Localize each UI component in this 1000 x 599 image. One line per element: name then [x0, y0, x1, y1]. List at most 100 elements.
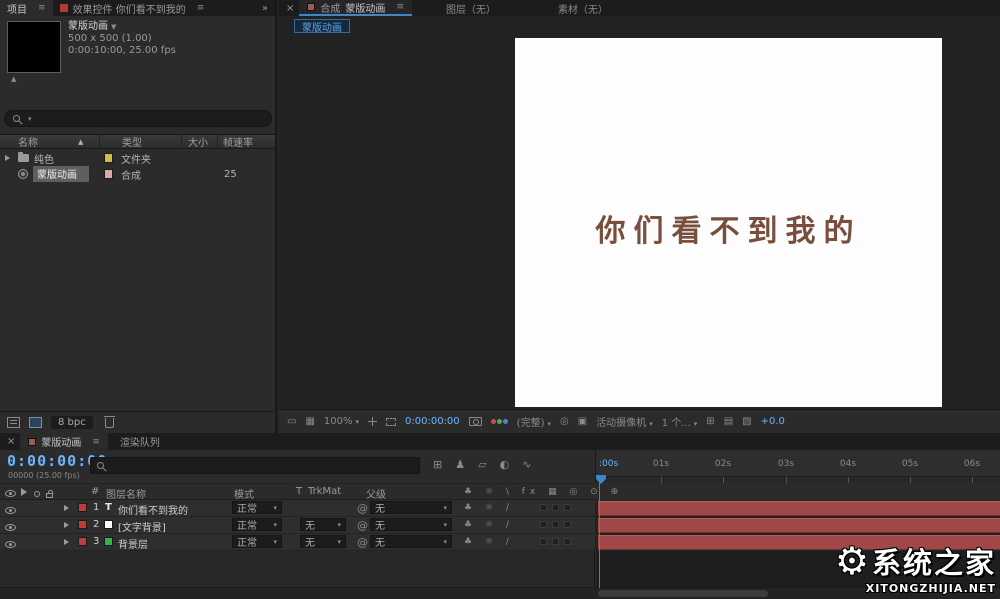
layer-duration-bar[interactable]	[598, 518, 1000, 533]
layer-row-1[interactable]: 1 T 你们看不到我的 正常 ▾ @ 无 ▾ ♣ ☼ /	[0, 500, 1000, 517]
layer-label-chip[interactable]	[78, 537, 87, 546]
column-name[interactable]: 名称 ▲	[0, 135, 100, 149]
close-icon[interactable]: ×	[0, 433, 20, 450]
parent-dropdown[interactable]: 无 ▾	[370, 501, 452, 515]
timeline-search-input[interactable]	[90, 457, 420, 474]
blend-mode-dropdown[interactable]: 正常 ▾	[232, 501, 282, 515]
tab-timeline-comp[interactable]: 蒙版动画 ≡	[20, 433, 108, 450]
create-folder-icon[interactable]	[29, 417, 42, 428]
project-search-input[interactable]: ▾	[4, 110, 272, 127]
text-layer-icon: T	[105, 502, 112, 513]
target-icon[interactable]: ◎	[560, 416, 569, 427]
layer-switches-icons[interactable]: ♣ ☼ /	[464, 520, 514, 530]
panel-menu-icon[interactable]: ≡	[396, 2, 404, 12]
comp-thumbnail[interactable]	[8, 22, 60, 72]
layer-name[interactable]: [文字背景]	[118, 519, 166, 534]
project-row-solids-folder[interactable]: 纯色 文件夹	[0, 150, 275, 166]
pixel-aspect-icon[interactable]: ⊞	[706, 416, 714, 427]
expander-icon[interactable]	[5, 155, 13, 161]
parent-dropdown[interactable]: 无 ▾	[370, 535, 452, 549]
visibility-eye-icon[interactable]	[5, 504, 16, 517]
comp-info-name[interactable]: 蒙版动画 ▼	[68, 21, 176, 33]
switch-box[interactable]	[564, 521, 571, 528]
composition-canvas[interactable]: 你们看不到我的	[515, 38, 942, 407]
layer-switches-icons[interactable]: ♣ ☼ /	[464, 537, 514, 547]
parent-pickwhip-icon[interactable]: @	[357, 502, 368, 515]
layer-label-chip[interactable]	[78, 503, 87, 512]
layer-name[interactable]: 背景层	[118, 536, 148, 551]
item-name[interactable]: 蒙版动画	[33, 166, 89, 182]
transparency-grid-icon[interactable]: ▣	[578, 416, 587, 427]
time-ruler[interactable]: :00s 01s 02s 03s 04s 05s 06s	[595, 450, 1000, 484]
shy-layers-icon[interactable]: ▱	[478, 458, 486, 471]
timeline-flow-icon[interactable]: ▧	[742, 416, 751, 427]
visibility-eye-icon[interactable]	[5, 521, 16, 534]
zoom-dropdown[interactable]: 100% ▾	[324, 416, 359, 427]
blend-mode-dropdown[interactable]: 正常 ▾	[232, 535, 282, 549]
tab-render-queue[interactable]: 渲染队列	[108, 433, 172, 450]
trkmat-dropdown[interactable]: 无 ▾	[300, 518, 346, 532]
layer-expander-icon[interactable]	[64, 522, 72, 528]
switch-box[interactable]	[540, 538, 547, 545]
label-color-chip[interactable]	[104, 169, 113, 179]
column-size[interactable]: 大小	[182, 135, 218, 149]
panel-menu-icon[interactable]: ≡	[38, 3, 46, 13]
fast-previews-icon[interactable]: ▤	[724, 416, 733, 427]
layer-expander-icon[interactable]	[64, 539, 72, 545]
parent-pickwhip-icon[interactable]: @	[357, 536, 368, 549]
switch-box[interactable]	[552, 521, 559, 528]
resolution-dropdown[interactable]: (完整) ▾	[517, 414, 551, 429]
region-of-interest-icon[interactable]	[386, 417, 397, 426]
project-row-comp[interactable]: 蒙版动画 合成 25	[0, 166, 275, 182]
draft-3d-icon[interactable]: ♟	[455, 458, 465, 471]
layer-expander-icon[interactable]	[64, 505, 72, 511]
active-camera-dropdown[interactable]: 活动摄像机 ▾	[596, 414, 653, 429]
visibility-eye-icon[interactable]	[5, 538, 16, 551]
viewer-timecode[interactable]: 0:00:00:00	[405, 416, 460, 427]
layer-duration-bar[interactable]	[598, 501, 1000, 516]
label-color-chip[interactable]	[104, 153, 113, 163]
comp-breadcrumb-pill[interactable]: 蒙版动画	[294, 19, 350, 34]
trash-icon[interactable]	[103, 415, 115, 428]
tab-project[interactable]: 项目 ≡	[0, 0, 53, 16]
bit-depth-button[interactable]: 8 bpc	[51, 416, 93, 429]
layer-name[interactable]: 你们看不到我的	[118, 502, 188, 517]
switch-box[interactable]	[540, 521, 547, 528]
motion-blur-icon[interactable]: ∿	[522, 458, 531, 471]
tab-composition[interactable]: 合成 蒙版动画 ≡	[299, 0, 412, 16]
tab-overflow-button[interactable]: »	[255, 0, 275, 16]
blend-mode-dropdown[interactable]: 正常 ▾	[232, 518, 282, 532]
view-layout-dropdown[interactable]: 1 个... ▾	[662, 414, 698, 429]
exposure-value[interactable]: +0.0	[761, 416, 785, 427]
snapshot-camera-icon[interactable]	[468, 417, 482, 426]
horizontal-scrollbar[interactable]	[598, 590, 768, 597]
interpret-footage-icon[interactable]	[7, 417, 20, 428]
tab-footage[interactable]: 素材（无）	[550, 0, 616, 16]
tab-layer[interactable]: 图层（无）	[438, 0, 504, 16]
switch-box[interactable]	[564, 504, 571, 511]
switch-box[interactable]	[564, 538, 571, 545]
tab-effect-controls[interactable]: 效果控件 你们看不到我的 ≡	[53, 0, 212, 16]
column-fps[interactable]: 帧速率	[218, 135, 264, 149]
magnification-grid-icon[interactable]: ▦	[305, 416, 314, 427]
parent-pickwhip-icon[interactable]: @	[357, 519, 368, 532]
column-fps-label: 帧速率	[223, 138, 253, 149]
parent-dropdown[interactable]: 无 ▾	[370, 518, 452, 532]
switch-box[interactable]	[540, 504, 547, 511]
trkmat-dropdown[interactable]: 无 ▾	[300, 535, 346, 549]
layer-row-2[interactable]: 2 [文字背景] 正常 ▾ 无 ▾ @ 无 ▾ ♣ ☼ /	[0, 517, 1000, 534]
switch-box[interactable]	[552, 538, 559, 545]
frame-blending-icon[interactable]: ◐	[500, 458, 510, 471]
panel-menu-icon[interactable]: ≡	[92, 437, 100, 447]
column-type[interactable]: 类型	[100, 135, 182, 149]
show-channels-icon[interactable]	[490, 419, 508, 424]
panel-menu-icon[interactable]: ≡	[197, 3, 205, 13]
playhead-line[interactable]	[599, 476, 600, 588]
switch-box[interactable]	[552, 504, 559, 511]
layer-switches-icons[interactable]: ♣ ☼ /	[464, 503, 514, 513]
always-preview-icon[interactable]: ▭	[287, 416, 296, 427]
layer-label-chip[interactable]	[78, 520, 87, 529]
guides-crosshair-icon[interactable]	[368, 417, 378, 426]
close-icon[interactable]: ×	[279, 0, 299, 16]
comp-flowchart-icon[interactable]: ⊞	[433, 458, 442, 471]
